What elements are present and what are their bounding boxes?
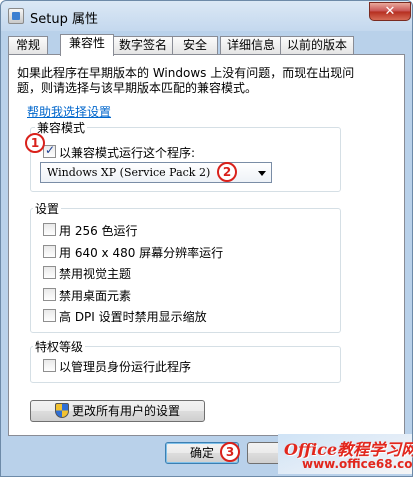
title-bar[interactable]: Setup 属性 ✕ — [1, 1, 412, 31]
annotation-marker-3: 3 — [220, 442, 240, 462]
privilege-label: 特权等级 — [33, 338, 86, 355]
compat-mode-checkbox[interactable] — [43, 143, 56, 158]
annotation-marker-2: 2 — [217, 162, 237, 182]
compat-mode-checkbox-row[interactable]: 以兼容模式运行这个程序: — [43, 143, 243, 160]
setting-checkbox[interactable] — [43, 223, 56, 236]
setting-checkbox[interactable] — [43, 309, 56, 322]
tab-security[interactable]: 安全 — [172, 36, 218, 55]
tab-details[interactable]: 详细信息 — [220, 36, 282, 55]
run-as-admin-label: 以管理员身份运行此程序 — [59, 360, 192, 374]
close-button[interactable]: ✕ — [369, 2, 411, 21]
setting-disable-visual-themes[interactable]: 禁用视觉主题 — [43, 265, 263, 281]
setting-disable-desktop-composition[interactable]: 禁用桌面元素 — [43, 287, 263, 303]
run-as-admin-checkbox[interactable] — [43, 359, 56, 372]
setting-label: 禁用桌面元素 — [59, 289, 132, 303]
change-all-users-button[interactable]: 更改所有用户的设置 — [30, 400, 205, 422]
change-all-users-label: 更改所有用户的设置 — [71, 404, 180, 418]
run-as-admin-row[interactable]: 以管理员身份运行此程序 — [43, 358, 263, 374]
setting-label: 用 256 色运行 — [59, 224, 138, 238]
tab-compatibility[interactable]: 兼容性 — [60, 34, 114, 56]
setting-256-colors[interactable]: 用 256 色运行 — [43, 222, 263, 238]
tab-strip: 常规 兼容性 数字签名 安全 详细信息 以前的版本 — [8, 34, 405, 56]
watermark-url: www.office68.com — [302, 457, 413, 471]
setting-label: 禁用视觉主题 — [59, 267, 132, 281]
setting-checkbox[interactable] — [43, 288, 56, 301]
compat-mode-checkbox-label: 以兼容模式运行这个程序: — [59, 146, 196, 160]
setting-checkbox[interactable] — [43, 266, 56, 279]
window-title: Setup 属性 — [30, 12, 98, 27]
compat-mode-select[interactable]: Windows XP (Service Pack 2) — [40, 162, 272, 183]
help-choose-settings-link[interactable]: 帮助我选择设置 — [27, 103, 111, 120]
tab-digital-signature[interactable]: 数字签名 — [112, 36, 174, 55]
annotation-marker-1: 1 — [25, 133, 45, 153]
setting-label: 用 640 x 480 屏幕分辨率运行 — [59, 246, 224, 260]
description-text: 如果此程序在早期版本的 Windows 上没有问题，而现在出现问题，则请选择与该… — [17, 66, 355, 95]
compat-mode-select-value: Windows XP (Service Pack 2) — [47, 166, 211, 179]
tab-previous-versions[interactable]: 以前的版本 — [280, 36, 354, 55]
setting-checkbox[interactable] — [43, 245, 56, 258]
tab-general[interactable]: 常规 — [8, 36, 48, 55]
watermark: Office教程学习网 www.office68.com — [278, 434, 413, 474]
settings-label: 设置 — [33, 200, 62, 217]
chevron-down-icon — [258, 171, 266, 176]
app-icon — [8, 8, 24, 24]
compat-mode-label: 兼容模式 — [35, 119, 88, 136]
uac-shield-icon — [54, 403, 69, 418]
setting-640x480[interactable]: 用 640 x 480 屏幕分辨率运行 — [43, 244, 263, 260]
setting-disable-dpi-scaling[interactable]: 高 DPI 设置时禁用显示缩放 — [43, 308, 263, 324]
setting-label: 高 DPI 设置时禁用显示缩放 — [59, 310, 207, 324]
